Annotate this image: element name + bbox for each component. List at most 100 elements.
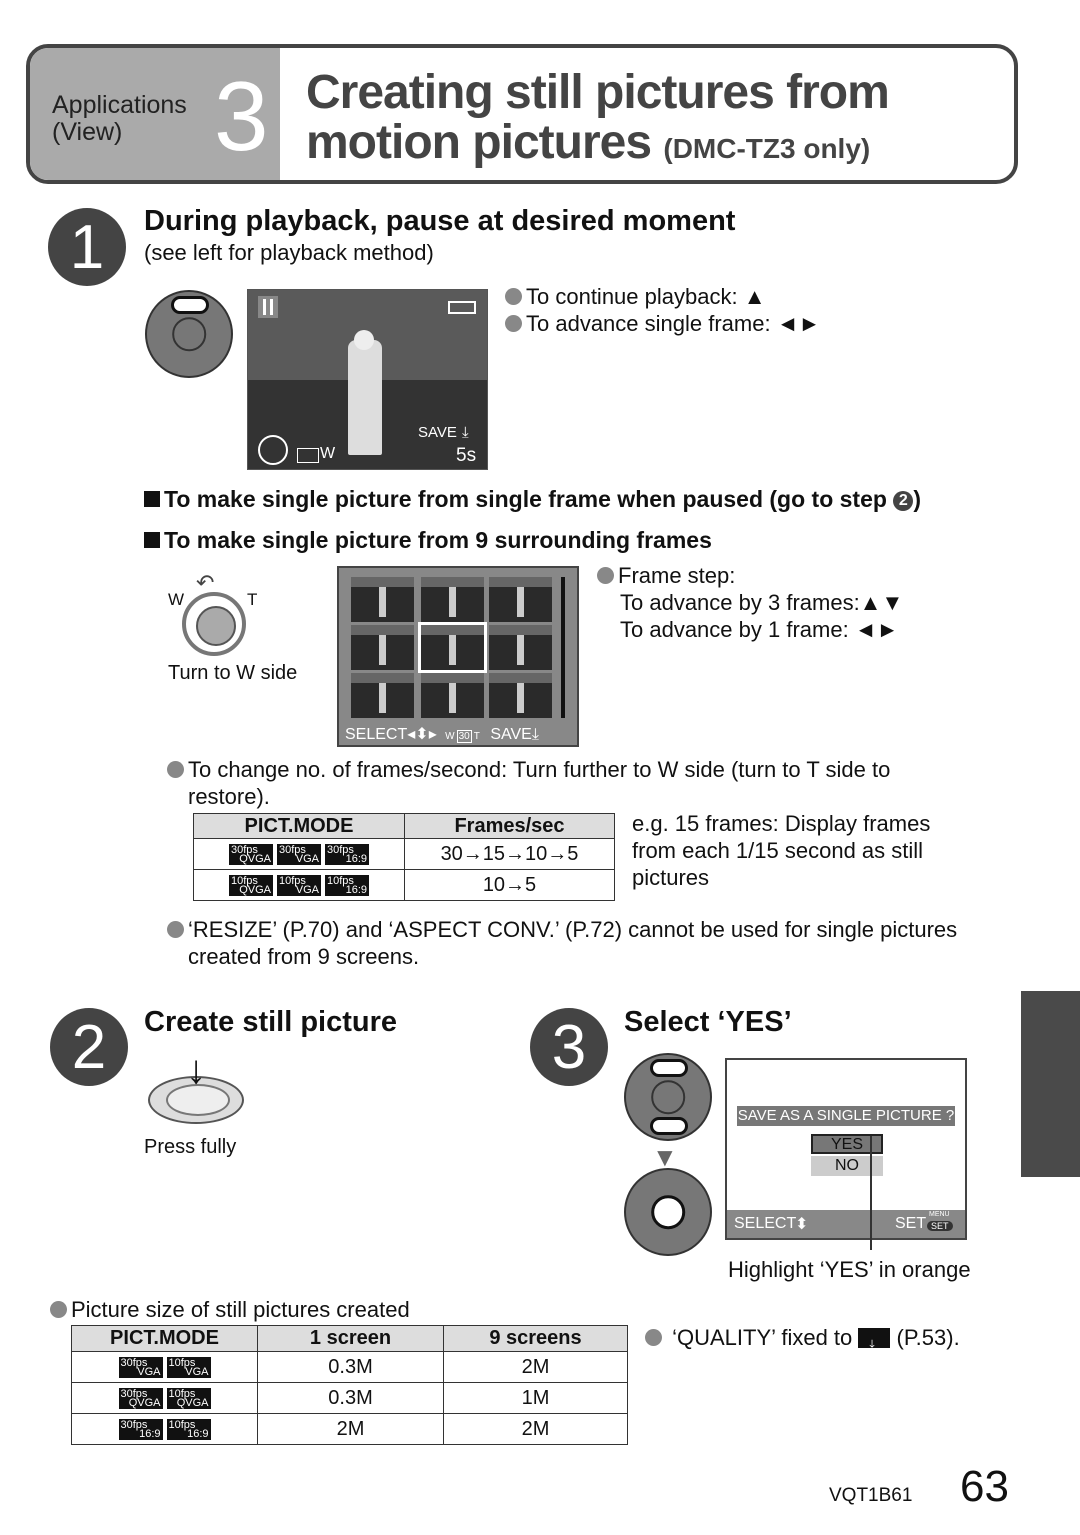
page-number: 63 [960,1462,1009,1511]
category-line2: (View) [52,118,123,146]
time-remaining: 5s [456,445,477,466]
option-single-end: ) [913,486,921,512]
grid-footer: SELECT◂⬍▸ W 30 T SAVE⤓ [345,724,539,744]
dialog-select-label: SELECT [734,1215,797,1232]
title-line1: Creating still pictures from [306,66,890,119]
step-2-heading: Create still picture [144,1006,398,1038]
mode-badge: 10fps 16:9 [166,1418,211,1440]
size-nine: 2M [443,1351,628,1383]
playback-control-icon [258,435,288,465]
frame-thumb [351,673,414,718]
golfer-figure [348,340,382,455]
side-thumb-tab [1021,991,1080,1177]
table-row: 30fps QVGA 10fps QVGA 0.3M 1M [71,1382,628,1414]
fps-header-rate: Frames/sec [404,813,615,839]
step-1-heading: During playback, pause at desired moment [144,205,736,237]
size-section-title: Picture size of still pictures created [50,1296,410,1323]
yes-option[interactable]: YES [811,1134,883,1154]
quality-standard-icon: ⤓ [858,1328,891,1351]
bullet-continue-playback: To continue playback: ▲ [505,283,765,310]
mode-badges: 30fps VGA 10fps VGA [71,1351,258,1383]
fps-value: 30→15→10→5 [404,838,615,870]
fps-table: PICT.MODE Frames/sec 30fps QVGA 30fps VGA 30f… [193,813,615,901]
press-down-arrow-icon: ↓ [186,1048,206,1092]
menu-label: MENU [929,1211,950,1218]
fps-w-label: W [445,731,455,742]
size-header-one: 1 screen [257,1325,444,1352]
mode-badge: 30fps QVGA [118,1387,163,1409]
fps-header-mode: PICT.MODE [193,813,405,839]
size-nine: 2M [443,1413,628,1445]
size-one: 2M [257,1413,444,1445]
highlight-callout: Highlight ‘YES’ in orange [728,1257,971,1282]
mode-badge: 10fps QVGA [166,1387,211,1409]
step-1-badge: 1 [48,208,126,286]
mode-badges: 30fps QVGA 10fps QVGA [71,1382,258,1414]
frame-step-title: Frame step: [597,562,735,589]
frame-step-3: To advance by 3 frames:▲▼ [620,590,904,615]
frame-thumb-selected [418,622,487,673]
updown-arrows-icon: ⬍ [795,1216,809,1233]
step-3-badge: 3 [530,1008,608,1086]
frame-thumb [351,577,414,622]
select-label: SELECT [345,726,408,743]
battery-icon [448,301,476,314]
save-dialog: SAVE AS A SINGLE PICTURE ? YES NO SELECT… [725,1058,967,1240]
mode-badge: 10fps VGA [277,874,321,896]
press-fully-caption: Press fully [144,1136,237,1158]
fps-indicator: 30 [456,730,472,743]
change-fps-note: To change no. of frames/second: Turn fur… [167,756,967,810]
lever-caption: Turn to W side [168,662,298,684]
no-option[interactable]: NO [811,1156,883,1176]
title-line2-text: motion pictures [306,116,652,169]
model-note: (DMC-TZ3 only) [663,133,871,164]
mode-badge: 30fps QVGA [229,843,273,865]
title-line2: motion pictures (DMC-TZ3 only) [306,118,889,174]
step-2-ref-badge: 2 [893,491,914,511]
quality-note-text: ‘QUALITY’ fixed to [672,1325,853,1350]
golfer-head [354,330,374,350]
step-2-badge: 2 [50,1008,128,1086]
frame-thumb [421,577,484,622]
document-code: VQT1B61 [829,1485,913,1506]
cursor-pad-up-icon [145,290,233,378]
rotate-arrow-icon: ↶ [196,570,215,595]
select-arrows-icon: ◂⬍▸ [407,726,437,743]
size-header-mode: PICT.MODE [71,1325,258,1352]
frame-step-1: To advance by 1 frame: ◄► [620,617,899,642]
save-icon: ⤓ [462,424,469,441]
lever-t-label: T [247,590,258,609]
mode-badge: 30fps VGA [118,1356,163,1378]
mode-badge: 10fps QVGA [229,874,273,896]
category-label: Applications (View) [52,92,187,146]
mode-badge: 30fps VGA [277,843,321,865]
frame-thumb [489,577,552,622]
dialog-set-label: SET [895,1215,927,1232]
mode-badge: 10fps VGA [166,1356,211,1378]
frame-thumb [351,625,414,670]
mode-badge: 30fps 16:9 [118,1418,163,1440]
frame-thumb [421,673,484,718]
save-icon: ⤓ [531,726,539,743]
table-row: 30fps QVGA 30fps VGA 30fps 16:9 30→15→10→5 [193,838,615,870]
picture-size-table: PICT.MODE 1 screen 9 screens 30fps VGA 10f… [71,1325,628,1445]
multi-frame-icon [297,448,319,463]
size-one: 0.3M [257,1382,444,1414]
bullet-advance-frame: To advance single frame: ◄► [505,310,820,337]
chapter-tab: Applications (View) 3 [30,48,280,180]
quality-page-ref: (P.53). [896,1325,960,1350]
page-header: Applications (View) 3 Creating still pic… [26,44,1018,184]
size-one: 0.3M [257,1351,444,1383]
option-nine-frames: To make single picture from 9 surroundin… [144,527,712,554]
size-nine: 1M [443,1382,628,1414]
category-line1: Applications [52,91,187,119]
size-header-nine: 9 screens [443,1325,628,1352]
mode-badges: 30fps 16:9 10fps 16:9 [71,1413,258,1445]
option-single-text: To make single picture from single frame… [164,486,894,512]
chapter-number: 3 [214,61,269,171]
option-single-frame: To make single picture from single frame… [144,486,921,513]
quality-note: ‘QUALITY’ fixed to ⤓ (P.53). [645,1324,960,1351]
nine-frame-screen: SELECT◂⬍▸ W 30 T SAVE⤓ [337,566,579,747]
fps-t-label: T [473,731,480,742]
page-title: Creating still pictures from motion pict… [306,66,890,174]
